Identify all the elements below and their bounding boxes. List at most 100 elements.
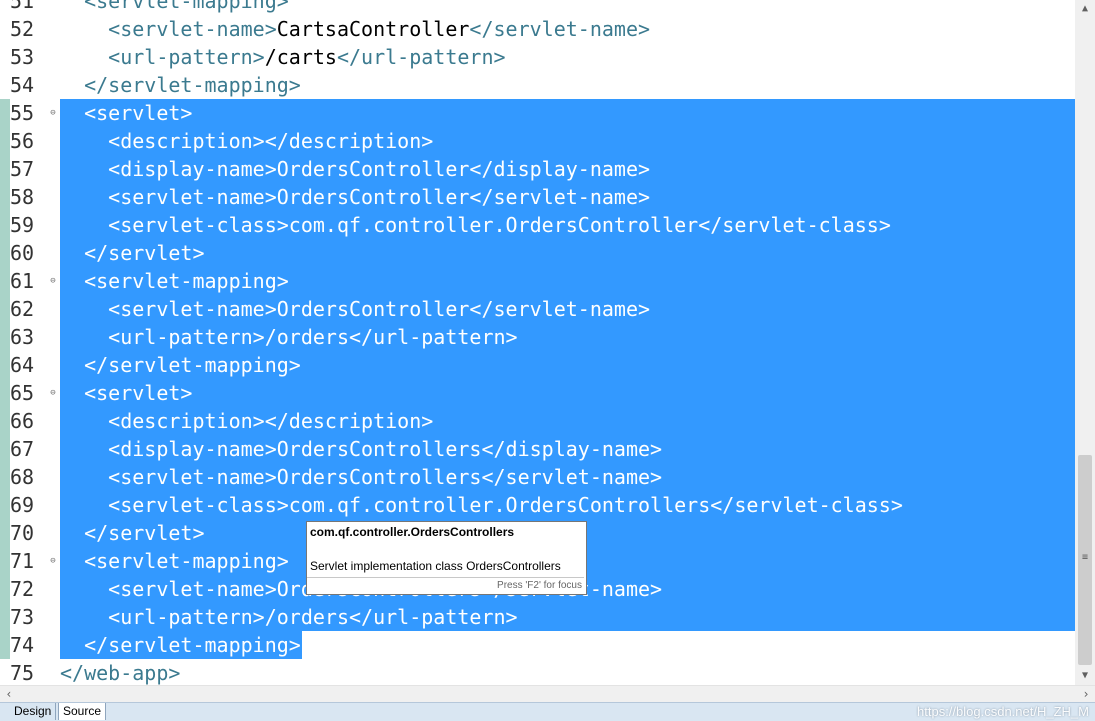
code-line[interactable]: 60 </servlet> (0, 239, 1075, 267)
code-text[interactable]: <display-name>OrdersController</display-… (60, 155, 1075, 183)
line-number: 65 (10, 381, 35, 405)
fold-collapse-icon[interactable]: ⊖ (48, 275, 58, 287)
code-text[interactable]: <servlet-class>com.qf.controller.OrdersC… (60, 211, 1075, 239)
change-marker (0, 211, 10, 239)
code-text[interactable]: <servlet-class>com.qf.controller.OrdersC… (60, 491, 1075, 519)
line-number: 75 (10, 661, 35, 685)
code-line[interactable]: 73 <url-pattern>/orders</url-pattern> (0, 603, 1075, 631)
code-line[interactable]: 68 <servlet-name>OrdersControllers</serv… (0, 463, 1075, 491)
line-number: 64 (10, 353, 35, 377)
xml-tag-open: <url-pattern> (108, 325, 265, 349)
xml-tag-open: <servlet-name> (108, 465, 277, 489)
code-line[interactable]: 75 </web-app> (0, 659, 1075, 685)
scroll-up-arrow-icon[interactable]: ▲ (1075, 0, 1095, 18)
tab-design[interactable]: Design (10, 703, 57, 720)
code-line[interactable]: 63 <url-pattern>/orders</url-pattern> (0, 323, 1075, 351)
scroll-down-arrow-icon[interactable]: ▼ (1075, 667, 1095, 685)
change-marker (0, 379, 10, 407)
code-line[interactable]: 61 ⊖ <servlet-mapping> (0, 267, 1075, 295)
code-text[interactable]: <description></description> (60, 127, 1075, 155)
fold-collapse-icon[interactable]: ⊖ (48, 107, 58, 119)
code-text[interactable]: </servlet> (60, 239, 1075, 267)
code-text[interactable]: </servlet-mapping> (60, 631, 302, 659)
xml-text: /carts (264, 45, 337, 69)
code-line[interactable]: 54 </servlet-mapping> (0, 71, 1075, 99)
xml-text: OrdersController (276, 297, 470, 321)
vertical-scrollbar[interactable]: ▲ ≡ ▼ (1075, 0, 1095, 685)
line-number: 70 (10, 521, 35, 545)
gutter-margin (0, 0, 10, 15)
code-line[interactable]: 56 <description></description> (0, 127, 1075, 155)
line-number: 69 (10, 493, 35, 517)
line-number: 72 (10, 577, 35, 601)
scroll-left-arrow-icon[interactable]: ‹ (0, 686, 18, 703)
code-text[interactable]: <servlet-mapping> (60, 0, 289, 15)
change-marker (0, 435, 10, 463)
code-text[interactable]: <url-pattern>/carts</url-pattern> (60, 43, 505, 71)
code-line[interactable]: 57 <display-name>OrdersController</displ… (0, 155, 1075, 183)
code-line[interactable]: 58 <servlet-name>OrdersController</servl… (0, 183, 1075, 211)
line-number: 67 (10, 437, 35, 461)
code-text[interactable]: <servlet-mapping> (60, 267, 1075, 295)
xml-tag-open: </servlet-mapping> (84, 73, 301, 97)
xml-tag-close: </servlet-name> (469, 297, 651, 321)
code-line[interactable]: 53 <url-pattern>/carts</url-pattern> (0, 43, 1075, 71)
horizontal-scrollbar[interactable]: ‹ › (0, 685, 1095, 703)
code-text[interactable]: </web-app> (60, 659, 180, 685)
code-text[interactable]: <servlet-name>CartsaController</servlet-… (60, 15, 650, 43)
code-line[interactable]: 59 <servlet-class>com.qf.controller.Orde… (0, 211, 1075, 239)
xml-tag-open: <servlet> (84, 101, 193, 125)
code-text[interactable]: </servlet-mapping> (60, 71, 301, 99)
change-marker (0, 155, 10, 183)
code-line[interactable]: 52 <servlet-name>CartsaController</servl… (0, 15, 1075, 43)
code-text[interactable]: <servlet> (60, 99, 1075, 127)
xml-tag-open: <servlet-name> (108, 297, 277, 321)
code-line[interactable]: 64 </servlet-mapping> (0, 351, 1075, 379)
code-text[interactable]: <servlet> (60, 379, 1075, 407)
line-number: 73 (10, 605, 35, 629)
code-line[interactable]: 66 <description></description> (0, 407, 1075, 435)
watermark: https://blog.csdn.net/H_ZH_M (917, 704, 1089, 719)
line-number: 71 (10, 549, 35, 573)
code-line[interactable]: 65 ⊖ <servlet> (0, 379, 1075, 407)
xml-tag-close: </servlet-class> (710, 493, 903, 517)
change-marker (0, 127, 10, 155)
change-marker (0, 323, 10, 351)
code-line[interactable]: 62 <servlet-name>OrdersController</servl… (0, 295, 1075, 323)
xml-tag-open: <display-name> (108, 157, 277, 181)
scrollbar-grip-icon: ≡ (1081, 552, 1089, 563)
code-text[interactable]: <description></description> (60, 407, 1075, 435)
code-line[interactable]: 74 </servlet-mapping> (0, 631, 1075, 659)
xml-text: CartsaController (276, 17, 470, 41)
code-text[interactable]: <url-pattern>/orders</url-pattern> (60, 323, 1075, 351)
xml-tag-open: <servlet-class> (108, 493, 289, 517)
code-text[interactable]: <servlet-name>OrdersController</servlet-… (60, 183, 1075, 211)
code-text[interactable]: <display-name>OrdersControllers</display… (60, 435, 1075, 463)
tab-source[interactable]: Source (58, 703, 107, 720)
change-marker (0, 351, 10, 379)
xml-tag-open: <description> (108, 409, 265, 433)
scroll-right-arrow-icon[interactable]: › (1077, 686, 1095, 703)
code-line[interactable]: 67 <display-name>OrdersControllers</disp… (0, 435, 1075, 463)
fold-collapse-icon[interactable]: ⊖ (48, 387, 58, 399)
change-marker (0, 99, 10, 127)
xml-tag-close: </description> (264, 409, 434, 433)
fold-collapse-icon[interactable]: ⊖ (48, 555, 58, 567)
line-number: 59 (10, 213, 35, 237)
code-text[interactable]: </servlet-mapping> (60, 351, 1075, 379)
tooltip-footer[interactable]: Press 'F2' for focus (307, 577, 584, 593)
code-text[interactable]: <servlet-name>OrdersController</servlet-… (60, 295, 1075, 323)
code-line[interactable]: 51 <servlet-mapping> (0, 0, 1075, 15)
code-text[interactable]: <url-pattern>/orders</url-pattern> (60, 603, 1075, 631)
code-text[interactable]: <servlet-name>OrdersControllers</servlet… (60, 463, 1075, 491)
scrollbar-thumb[interactable]: ≡ (1078, 455, 1092, 665)
code-line[interactable]: 55 ⊖ <servlet> (0, 99, 1075, 127)
xml-text: com.qf.controller.OrdersController (288, 213, 699, 237)
code-line[interactable]: 69 <servlet-class>com.qf.controller.Orde… (0, 491, 1075, 519)
